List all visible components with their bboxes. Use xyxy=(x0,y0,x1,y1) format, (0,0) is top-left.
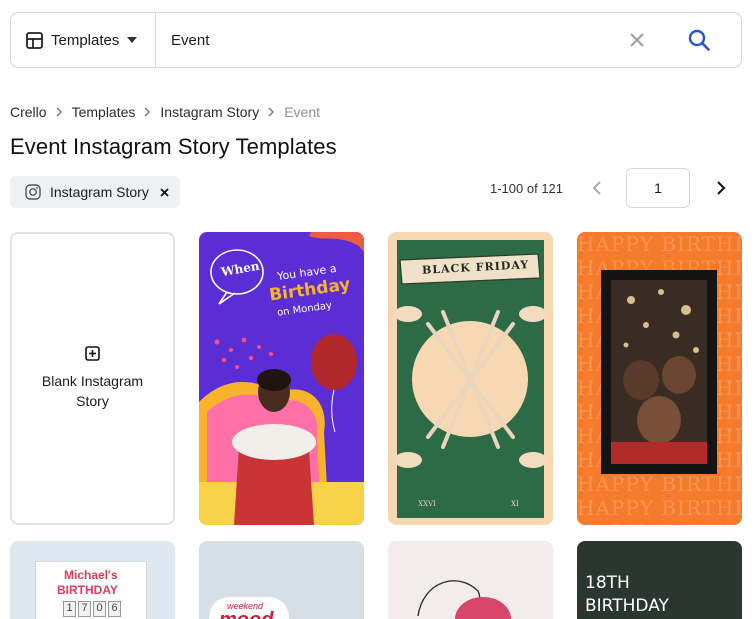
chevron-left-icon xyxy=(592,181,601,195)
template-text: BIRTHDAY xyxy=(585,596,669,616)
results-count: 1-100 of 121 xyxy=(490,181,564,196)
template-text: XXVI xyxy=(418,500,436,508)
add-icon xyxy=(85,346,100,361)
blank-template-card[interactable]: Blank Instagram Story xyxy=(10,232,175,525)
breadcrumb-current: Event xyxy=(284,104,321,120)
template-card-illustration[interactable] xyxy=(388,541,553,619)
template-card-michaels-birthday[interactable]: Michael's BIRTHDAY 1 7 0 6 xyxy=(10,541,175,619)
template-text: 18TH xyxy=(585,573,630,593)
remove-filter-button[interactable] xyxy=(157,185,171,199)
page-number-input[interactable] xyxy=(626,168,690,208)
chevron-right-icon xyxy=(268,107,275,117)
category-label: Templates xyxy=(51,31,120,49)
close-icon xyxy=(159,187,169,197)
breadcrumb: Crello Templates Instagram Story Event xyxy=(10,104,320,120)
template-text: Michael's xyxy=(64,568,118,582)
template-text: 6 xyxy=(108,601,121,617)
close-icon xyxy=(630,33,644,47)
blank-template-label: Blank Instagram Story xyxy=(41,373,144,409)
template-card-happy-birthday-photo[interactable]: HAPPY BIRTHDAYHAPPY BIRTHDAYHAPPY BIRTHD… xyxy=(577,232,742,525)
template-preview-image xyxy=(417,580,511,619)
previous-page-button[interactable] xyxy=(585,176,609,200)
search-bar: Templates xyxy=(10,12,742,68)
search-icon xyxy=(688,29,710,51)
filter-chip-instagram-story: Instagram Story xyxy=(10,176,180,208)
filter-chip-label: Instagram Story xyxy=(50,184,149,200)
chevron-right-icon xyxy=(717,181,726,195)
search-input[interactable] xyxy=(156,13,617,67)
clear-search-button[interactable] xyxy=(617,20,657,60)
breadcrumb-link-templates[interactable]: Templates xyxy=(72,104,136,120)
template-text: mood xyxy=(219,609,273,619)
chevron-down-icon xyxy=(127,37,138,43)
template-card-weekend-mood[interactable]: weekend mood xyxy=(199,541,364,619)
search-button[interactable] xyxy=(679,20,719,60)
chevron-right-icon xyxy=(56,107,63,117)
template-preview-image xyxy=(394,240,547,518)
breadcrumb-link-instagram-story[interactable]: Instagram Story xyxy=(160,104,259,120)
template-text: BIRTHDAY xyxy=(57,583,118,597)
category-dropdown[interactable]: Templates xyxy=(11,13,156,67)
template-photo xyxy=(601,270,717,474)
breadcrumb-link-crello[interactable]: Crello xyxy=(10,104,47,120)
template-card-black-friday[interactable]: BLACK FRIDAY XXVI XI xyxy=(388,232,553,525)
chevron-right-icon xyxy=(144,107,151,117)
counter-digits: 1 7 0 6 xyxy=(63,601,121,617)
template-text: 0 xyxy=(93,601,106,617)
template-text: 7 xyxy=(78,601,91,617)
template-grid-icon xyxy=(26,31,43,49)
template-text: XI xyxy=(511,500,519,508)
template-card-birthday-monday[interactable]: When You have a Birthday on Monday xyxy=(199,232,364,525)
next-page-button[interactable] xyxy=(709,176,733,200)
page-title: Event Instagram Story Templates xyxy=(10,134,337,159)
instagram-icon xyxy=(25,184,41,200)
template-card-18th-birthday[interactable]: 18TH BIRTHDAY xyxy=(577,541,742,619)
template-text: 1 xyxy=(63,601,76,617)
